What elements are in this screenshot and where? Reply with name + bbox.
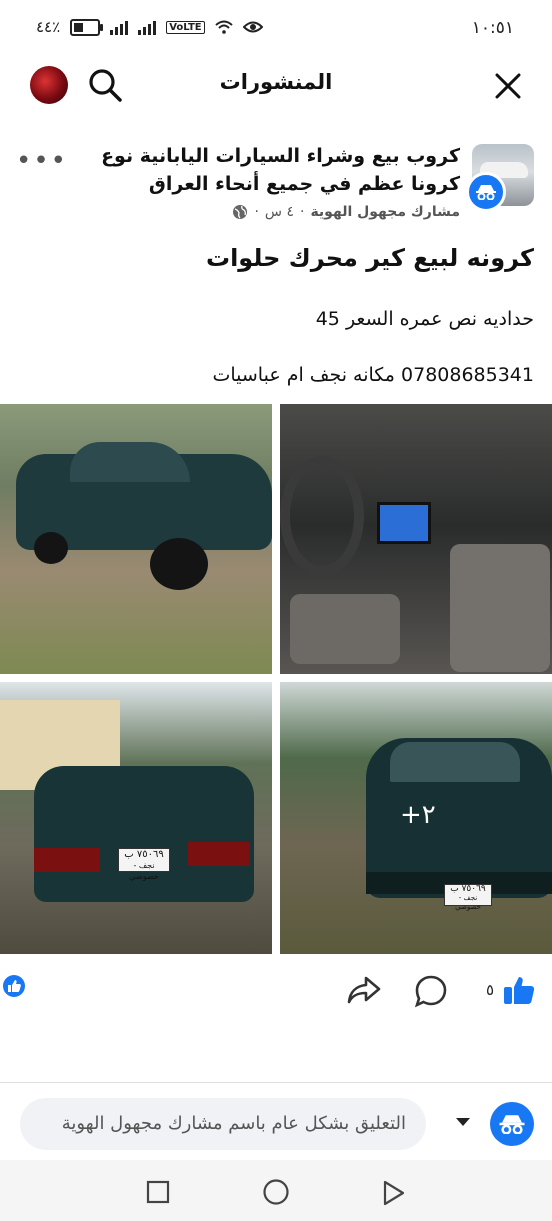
author-name[interactable]: مشارك مجهول الهوية (310, 204, 460, 220)
system-nav-bar (0, 1160, 552, 1221)
reaction-like-icon (3, 975, 25, 997)
more-options-icon[interactable]: ••• (16, 146, 68, 176)
anonymous-avatar-icon[interactable] (490, 1102, 534, 1146)
photo-car-side[interactable] (0, 404, 272, 674)
chevron-down-icon[interactable] (456, 1118, 470, 1126)
group-name[interactable]: كروب بيع وشراء السيارات اليابانية نوع كر… (80, 142, 460, 198)
license-plate-front: ٧٥٠٦٩ ب نجف - خصوصي (444, 884, 492, 911)
eye-icon (242, 21, 263, 33)
post-text-line: 07808685341 مكانه نجف ام عباسيات (212, 364, 534, 386)
app-bar: المنشورات (0, 58, 552, 114)
clock: ١٠:٥١ (471, 18, 514, 38)
post-text-title: كرونه لبيع كير محرك حلوات (205, 244, 534, 272)
battery-icon (70, 18, 104, 36)
post-header: كروب بيع وشراء السيارات اليابانية نوع كر… (0, 136, 552, 236)
home-icon[interactable] (262, 1178, 290, 1206)
globe-icon (233, 205, 248, 219)
signal-icon (110, 19, 129, 35)
share-icon[interactable] (346, 974, 382, 1006)
status-left: ٤٤٪ VoLTE (36, 18, 263, 36)
signal-icon-2 (138, 19, 157, 35)
recent-apps-icon[interactable] (146, 1180, 170, 1204)
like-count: ٥ (485, 981, 494, 999)
page-title: المنشورات (219, 70, 333, 94)
photo-car-rear[interactable]: ٧٥٠٦٩ ب نجف - خصوصي (0, 682, 272, 954)
wifi-icon (214, 20, 233, 34)
divider (0, 1082, 552, 1083)
post-meta: مشارك مجهول الهوية · ٤ س · (232, 204, 460, 220)
status-bar: ٤٤٪ VoLTE ١٠:٥١ (0, 0, 552, 58)
post-time[interactable]: ٤ س (265, 204, 294, 220)
back-icon[interactable] (382, 1180, 406, 1206)
comment-bar: التعليق بشكل عام باسم مشارك مجهول الهوية (0, 1090, 552, 1160)
more-photos-count: +٢ (400, 800, 436, 830)
license-plate: ٧٥٠٦٩ ب نجف - خصوصي (118, 848, 170, 881)
close-icon[interactable] (494, 72, 522, 100)
photo-car-front[interactable]: +٢ ٧٥٠٦٩ ب نجف - خصوصي (280, 682, 552, 954)
photo-car-interior[interactable] (280, 404, 552, 674)
volte-badge: VoLTE (166, 20, 205, 34)
like-icon[interactable] (502, 974, 536, 1006)
post-text-line: حداديه نص عمره السعر 45 (315, 308, 534, 330)
comment-input[interactable]: التعليق بشكل عام باسم مشارك مجهول الهوية (20, 1098, 426, 1150)
battery-percent: ٤٤٪ (36, 18, 61, 36)
post-actions: ٥ (0, 966, 552, 1016)
comment-icon[interactable] (414, 974, 448, 1008)
anonymous-icon (466, 172, 506, 212)
